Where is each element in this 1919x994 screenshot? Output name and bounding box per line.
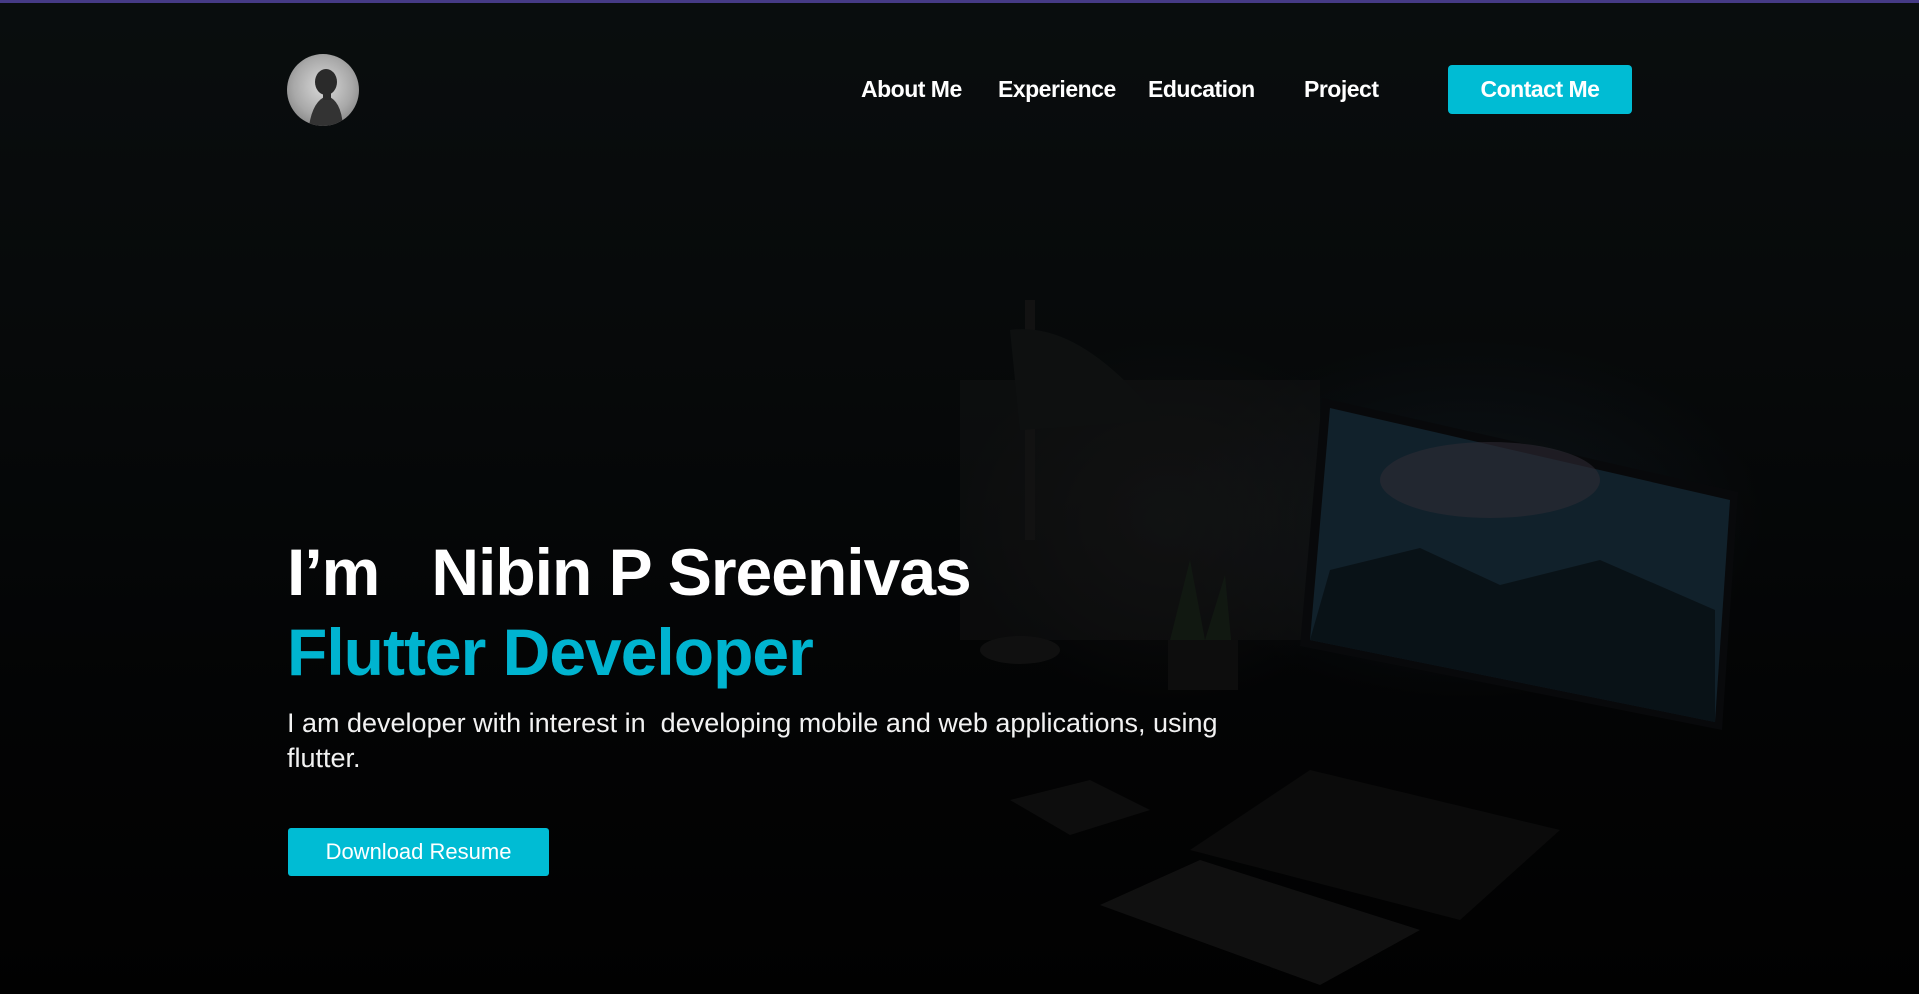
- profile-photo-icon: [309, 69, 343, 126]
- contact-me-button[interactable]: Contact Me: [1448, 65, 1632, 114]
- nav-link-project[interactable]: Project: [1304, 76, 1379, 103]
- hero-description: I am developer with interest in developi…: [287, 708, 1226, 773]
- nav-link-experience[interactable]: Experience: [998, 76, 1116, 103]
- hero-greeting: I’m Nibin P Sreenivas: [287, 535, 972, 609]
- download-resume-button[interactable]: Download Resume: [288, 828, 549, 876]
- hero-role: Flutter Developer: [287, 615, 814, 689]
- nav-link-about-me[interactable]: About Me: [861, 76, 962, 103]
- top-navigation: About Me Experience Education Project Co…: [0, 0, 1919, 180]
- portfolio-page: About Me Experience Education Project Co…: [0, 0, 1919, 994]
- nav-link-education[interactable]: Education: [1148, 76, 1255, 103]
- avatar[interactable]: [287, 54, 359, 126]
